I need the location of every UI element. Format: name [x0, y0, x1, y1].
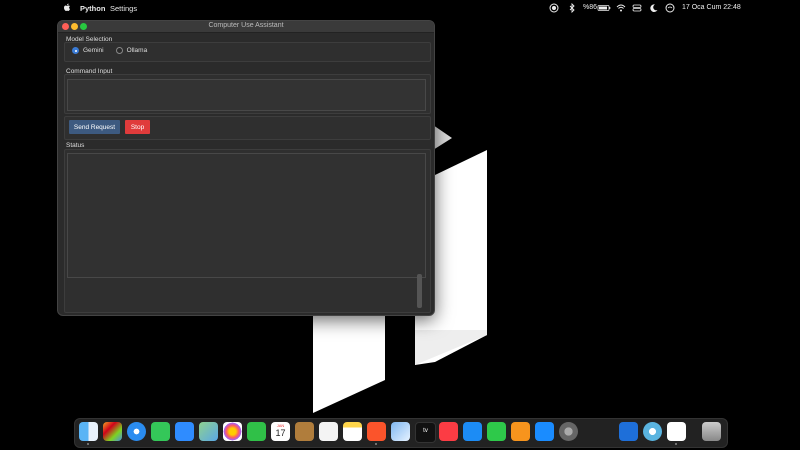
- battery-percent: %86: [583, 4, 598, 11]
- python-running-dot: [675, 443, 677, 445]
- send-request-button[interactable]: Send Request: [69, 120, 120, 134]
- brave-icon[interactable]: [367, 422, 386, 441]
- wifi-icon[interactable]: [616, 3, 626, 13]
- music-icon[interactable]: [439, 422, 458, 441]
- apple-menu-icon[interactable]: [63, 3, 71, 12]
- finder-window-icon[interactable]: [619, 422, 638, 441]
- model-radio-group: Gemini Ollama: [72, 47, 159, 54]
- numbers-icon[interactable]: [487, 422, 506, 441]
- window-title: Computer Use Assistant: [208, 22, 284, 29]
- safari-icon[interactable]: [127, 422, 146, 441]
- messages-icon[interactable]: [151, 422, 170, 441]
- notes-icon[interactable]: [343, 422, 362, 441]
- menu-datetime[interactable]: 17 Oca Cum 22:48: [682, 4, 741, 11]
- systemsettings-icon[interactable]: [559, 422, 578, 441]
- facetime-icon[interactable]: [247, 422, 266, 441]
- python-launcher-icon[interactable]: [667, 422, 686, 441]
- unity-icon[interactable]: [595, 422, 614, 441]
- app-window: Computer Use Assistant Model Selection G…: [57, 20, 435, 316]
- window-titlebar[interactable]: Computer Use Assistant: [58, 21, 434, 33]
- control-center-icon[interactable]: [632, 3, 642, 13]
- photos-icon[interactable]: [223, 422, 242, 441]
- launchpad-icon[interactable]: [103, 422, 122, 441]
- appstore-icon[interactable]: [535, 422, 554, 441]
- stop-button[interactable]: Stop: [125, 120, 150, 134]
- pages-icon[interactable]: [511, 422, 530, 441]
- calendar-day: 17: [275, 428, 286, 438]
- gemini-label[interactable]: Gemini: [83, 47, 104, 54]
- reminders-icon[interactable]: [319, 422, 338, 441]
- siri-icon[interactable]: [665, 3, 675, 13]
- app-menu-python[interactable]: Python: [80, 4, 105, 13]
- brave-running-dot: [375, 443, 377, 445]
- command-input-field[interactable]: [67, 79, 426, 111]
- record-icon[interactable]: [549, 3, 559, 13]
- focus-moon-icon[interactable]: [649, 3, 659, 13]
- ollama-label[interactable]: Ollama: [127, 47, 148, 54]
- bluetooth-icon[interactable]: [567, 3, 577, 13]
- status-scrollbar[interactable]: [417, 274, 422, 308]
- appletv-icon[interactable]: tv: [415, 422, 436, 443]
- status-label: Status: [66, 142, 85, 149]
- appletv-label: tv: [423, 428, 428, 434]
- trash-icon[interactable]: [702, 422, 721, 441]
- keynote-icon[interactable]: [463, 422, 482, 441]
- status-text-area[interactable]: [67, 153, 426, 278]
- gemini-radio[interactable]: [72, 47, 79, 54]
- menu-bar: Python Settings %86 17 Oca Cum 22:48: [0, 0, 800, 16]
- preview-icon[interactable]: [391, 422, 410, 441]
- ollama-radio[interactable]: [115, 47, 123, 54]
- mail-icon[interactable]: [175, 422, 194, 441]
- finder-running-dot: [87, 443, 89, 445]
- finder-icon[interactable]: [79, 422, 98, 441]
- maps-icon[interactable]: [199, 422, 218, 441]
- menu-settings[interactable]: Settings: [110, 4, 137, 13]
- keynote-desk-icon[interactable]: [295, 422, 314, 441]
- dock: JAN 17 tv: [74, 418, 728, 448]
- calendar-icon[interactable]: JAN 17: [271, 422, 290, 441]
- quicktime-icon[interactable]: [643, 422, 662, 441]
- battery-icon[interactable]: [597, 3, 611, 13]
